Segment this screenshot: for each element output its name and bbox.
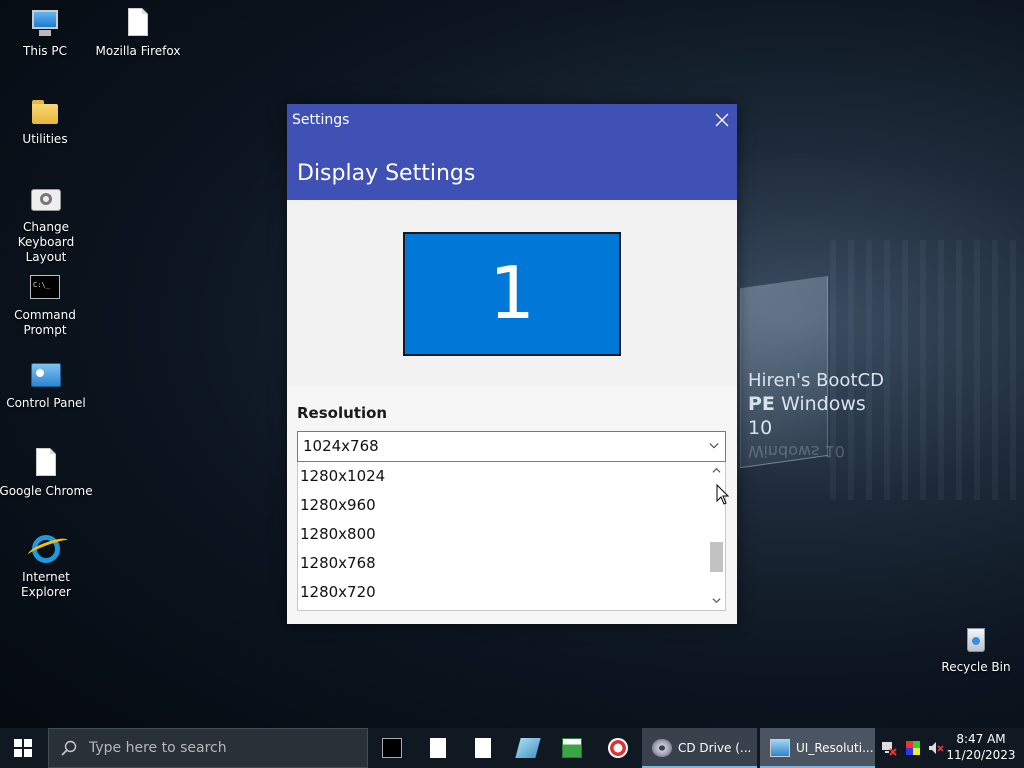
clock-date: 11/20/2023 — [946, 748, 1016, 762]
scrollbar-thumb[interactable] — [710, 542, 723, 572]
chevron-down-icon — [709, 443, 719, 449]
file-icon — [122, 8, 154, 40]
color-app-icon[interactable] — [905, 740, 921, 756]
window-titlebar[interactable]: Settings — [287, 104, 737, 136]
file-icon — [430, 738, 446, 758]
brand-reflection: Windows 10 — [748, 442, 845, 461]
speaker-muted-icon[interactable] — [928, 740, 944, 756]
brand-line-1: Hiren's BootCD — [748, 370, 884, 391]
resolution-option[interactable]: 1280x800 — [298, 520, 708, 549]
desktop-icon-change-keyboard-layout[interactable]: Change Keyboard Layout — [0, 184, 94, 265]
settings-app-icon — [770, 739, 790, 757]
brand-line-2: PE Windows 10 — [748, 393, 866, 439]
taskbar-task-ui-resolution[interactable]: UI_Resoluti... — [760, 728, 875, 768]
resolution-option[interactable]: 1280x720 — [298, 578, 708, 607]
clock-time: 8:47 AM — [956, 732, 1006, 746]
control-panel-icon — [30, 360, 62, 392]
screenshot-tool-icon — [608, 738, 628, 758]
file-icon — [30, 448, 62, 480]
taskbar-pinned-file[interactable] — [463, 728, 503, 768]
search-icon — [61, 740, 77, 756]
desktop-icon-command-prompt[interactable]: C:\_ Command Prompt — [0, 272, 93, 338]
resolution-options-list[interactable]: 1280x1024 1280x960 1280x800 1280x768 128… — [297, 462, 726, 611]
close-button[interactable] — [707, 104, 737, 136]
taskbar-task-cd-drive[interactable]: CD Drive (... — [642, 728, 757, 768]
wallpaper-brand: Hiren's BootCD PE Windows 10 Windows 10 — [748, 370, 888, 461]
settings-window: Settings Display Settings 1 Resolution 1… — [287, 104, 737, 624]
system-clock[interactable]: 8:47 AM 11/20/2023 — [946, 731, 1016, 763]
taskbar: Type here to search CD Drive (... UI_Res… — [0, 728, 1024, 768]
taskbar-pinned-chart-app[interactable] — [552, 728, 592, 768]
internet-explorer-icon — [30, 534, 62, 566]
resolution-option[interactable]: 1280x960 — [298, 491, 708, 520]
folder-icon — [29, 96, 61, 128]
close-icon — [715, 113, 729, 127]
keyboard-settings-icon — [30, 184, 62, 216]
taskbar-pinned-file[interactable] — [418, 728, 458, 768]
desktop-icon-google-chrome[interactable]: Google Chrome — [0, 448, 94, 499]
desktop-icon-internet-explorer[interactable]: Internet Explorer — [0, 534, 94, 600]
resolution-option[interactable]: 1280x1024 — [298, 462, 708, 491]
taskbar-pinned-notepad[interactable] — [508, 728, 548, 768]
cd-drive-icon — [652, 739, 672, 757]
computer-icon — [29, 8, 61, 40]
desktop-icon-mozilla-firefox[interactable]: Mozilla Firefox — [90, 8, 186, 59]
scroll-down-arrow-icon[interactable] — [712, 596, 721, 605]
resolution-selected-value: 1024x768 — [303, 437, 379, 455]
taskbar-pinned-command-prompt[interactable] — [372, 728, 412, 768]
monitor-preview-area: 1 — [287, 200, 737, 386]
resolution-section: Resolution 1024x768 1280x1024 1280x960 1… — [287, 386, 737, 624]
desktop-icon-control-panel[interactable]: Control Panel — [0, 360, 94, 411]
command-prompt-icon: C:\_ — [29, 272, 61, 304]
desktop-icon-this-pc[interactable]: This PC — [0, 8, 93, 59]
network-icon[interactable] — [881, 740, 897, 756]
resolution-label: Resolution — [297, 404, 388, 422]
desktop-icon-utilities[interactable]: Utilities — [0, 96, 93, 147]
chart-app-icon — [562, 738, 582, 758]
mouse-cursor-icon — [716, 484, 730, 505]
page-title: Display Settings — [287, 136, 737, 200]
file-icon — [475, 738, 491, 758]
taskbar-pinned-screenshot-tool[interactable] — [598, 728, 638, 768]
start-button[interactable] — [0, 728, 48, 768]
resolution-dropdown[interactable]: 1024x768 — [297, 431, 726, 462]
scroll-up-arrow-icon[interactable] — [712, 466, 721, 475]
search-placeholder: Type here to search — [89, 740, 227, 756]
notepad-icon — [515, 738, 541, 758]
resolution-option[interactable]: 1280x768 — [298, 549, 708, 578]
windows-logo-icon — [14, 739, 32, 757]
taskbar-search-box[interactable]: Type here to search — [48, 728, 368, 768]
desktop-icon-recycle-bin[interactable]: Recycle Bin — [928, 624, 1024, 675]
window-title: Settings — [292, 112, 350, 128]
recycle-bin-icon — [960, 624, 992, 656]
command-prompt-icon — [382, 738, 402, 758]
display-1-tile[interactable]: 1 — [403, 232, 621, 356]
